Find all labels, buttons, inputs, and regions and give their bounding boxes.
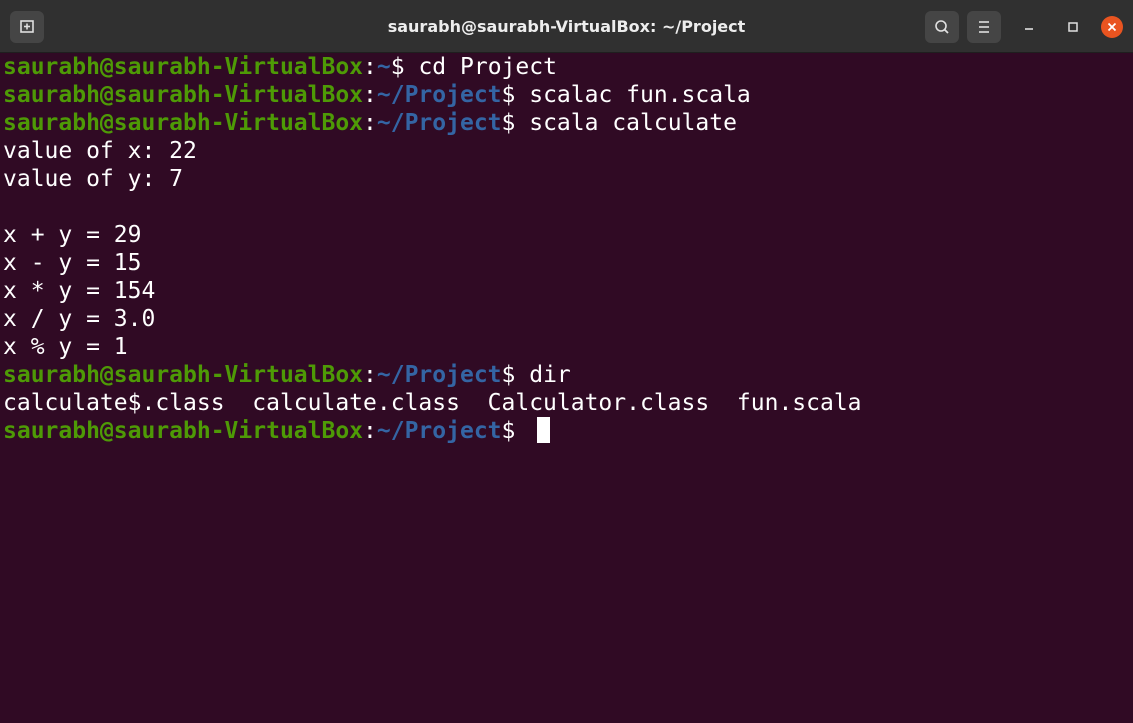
new-tab-icon [20, 20, 34, 33]
output-line: value of y: 7 [3, 165, 1133, 193]
output-line: calculate$.class calculate.class Calcula… [3, 389, 1133, 417]
prompt-user: saurabh@saurabh-VirtualBox [3, 82, 364, 108]
prompt-line: saurabh@saurabh-VirtualBox:~/Project$ [3, 417, 1133, 445]
prompt-dollar: $ [501, 82, 516, 108]
prompt-separator: : [363, 362, 377, 388]
prompt-dollar: $ [390, 54, 405, 80]
maximize-button[interactable] [1062, 16, 1084, 38]
terminal-window: saurabh@saurabh-VirtualBox: ~/Project sa… [0, 0, 1133, 723]
output-text: x % y = 1 [3, 334, 128, 360]
prompt-line: saurabh@saurabh-VirtualBox:~/Project$ di… [3, 361, 1133, 389]
command-text: dir [515, 362, 571, 388]
prompt-dollar: $ [501, 362, 516, 388]
new-tab-button[interactable] [10, 11, 44, 43]
output-line: x + y = 29 [3, 221, 1133, 249]
output-line: value of x: 22 [3, 137, 1133, 165]
command-text [515, 418, 529, 444]
prompt-dollar: $ [501, 418, 516, 444]
close-icon [1107, 22, 1117, 32]
search-button[interactable] [925, 11, 959, 43]
output-line: x - y = 15 [3, 249, 1133, 277]
search-icon [935, 20, 949, 34]
prompt-path: ~/Project [376, 418, 502, 444]
command-text: cd Project [404, 54, 557, 80]
prompt-user: saurabh@saurabh-VirtualBox [3, 54, 364, 80]
maximize-icon [1068, 22, 1078, 32]
minimize-button[interactable] [1018, 16, 1040, 38]
command-text: scala calculate [515, 110, 737, 136]
prompt-user: saurabh@saurabh-VirtualBox [3, 110, 364, 136]
prompt-separator: : [363, 418, 377, 444]
output-text: value of x: 22 [3, 138, 197, 164]
prompt-dollar: $ [501, 110, 516, 136]
terminal-output-area[interactable]: saurabh@saurabh-VirtualBox:~$ cd Project… [0, 53, 1133, 723]
prompt-user: saurabh@saurabh-VirtualBox [3, 362, 364, 388]
output-text: x * y = 154 [3, 278, 156, 304]
output-line: x * y = 154 [3, 277, 1133, 305]
output-text: x - y = 15 [3, 250, 142, 276]
prompt-path: ~/Project [376, 82, 502, 108]
prompt-separator: : [363, 110, 377, 136]
minimize-icon [1025, 28, 1033, 30]
output-text: x / y = 3.0 [3, 306, 156, 332]
prompt-path: ~/Project [376, 362, 502, 388]
prompt-path: ~/Project [376, 110, 502, 136]
text-cursor [537, 417, 551, 443]
prompt-separator: : [363, 82, 377, 108]
prompt-line: saurabh@saurabh-VirtualBox:~/Project$ sc… [3, 81, 1133, 109]
window-title: saurabh@saurabh-VirtualBox: ~/Project [387, 17, 746, 36]
output-text: value of y: 7 [3, 166, 184, 192]
prompt-path: ~ [376, 54, 391, 80]
title-bar[interactable]: saurabh@saurabh-VirtualBox: ~/Project [0, 0, 1133, 53]
output-line: x % y = 1 [3, 333, 1133, 361]
output-line: x / y = 3.0 [3, 305, 1133, 333]
close-button[interactable] [1101, 16, 1123, 38]
prompt-separator: : [363, 54, 377, 80]
menu-button[interactable] [967, 11, 1001, 43]
prompt-user: saurabh@saurabh-VirtualBox [3, 418, 364, 444]
output-text: calculate$.class calculate.class Calcula… [3, 390, 862, 416]
hamburger-menu-icon [979, 21, 989, 33]
output-text: x + y = 29 [3, 222, 142, 248]
prompt-line: saurabh@saurabh-VirtualBox:~$ cd Project [3, 53, 1133, 81]
prompt-line: saurabh@saurabh-VirtualBox:~/Project$ sc… [3, 109, 1133, 137]
command-text: scalac fun.scala [515, 82, 751, 108]
